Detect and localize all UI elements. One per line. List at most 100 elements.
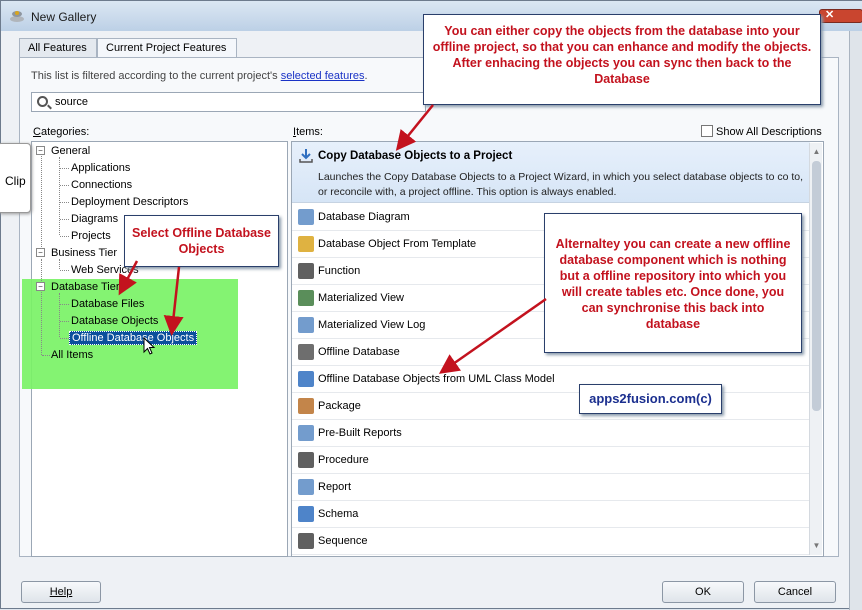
schema-icon [298, 506, 314, 522]
items-label-text: tems: [296, 126, 323, 138]
list-item-label: Package [318, 400, 361, 412]
list-item-label: Offline Database Objects from UML Class … [318, 373, 555, 385]
tree-line [59, 259, 60, 269]
tree-item-offline-database-objects[interactable]: Offline Database Objects [69, 331, 198, 345]
tab-label: Current Project Features [106, 42, 227, 54]
callout-copy-objects: You can either copy the objects from the… [423, 14, 821, 105]
tree-line [41, 151, 42, 257]
scroll-down-icon[interactable]: ▼ [812, 541, 821, 550]
categories-label: Categories: [33, 126, 89, 138]
close-icon: ✕ [825, 9, 835, 21]
tree-item-deployment-descriptors[interactable]: Deployment Descriptors [71, 196, 188, 208]
tree-line [59, 293, 60, 337]
download-arrow-icon [299, 149, 313, 163]
tab-all-features[interactable]: All Features [19, 38, 97, 58]
list-item-label: Sequence [318, 535, 368, 547]
tab-current-project-features[interactable]: Current Project Features [97, 38, 237, 58]
template-icon [298, 236, 314, 252]
background-window-edge [849, 31, 862, 610]
tab-label: All Features [28, 42, 87, 54]
report-icon [298, 479, 314, 495]
categories-label-text: ategories: [40, 126, 90, 138]
window-title: New Gallery [31, 10, 97, 24]
filter-notice-text: This list is filtered according to the c… [31, 70, 281, 82]
tree-item-database-files[interactable]: Database Files [71, 298, 144, 310]
list-item-label: Offline Database [318, 346, 400, 358]
scroll-thumb[interactable] [812, 161, 821, 411]
search-value: source [55, 96, 89, 108]
tree-item-database-tier[interactable]: Database Tier [51, 281, 119, 293]
tree-line [60, 321, 69, 322]
filter-notice-end: . [364, 70, 368, 82]
sequence-icon [298, 533, 314, 549]
clip-panel-tab[interactable]: Clip [0, 143, 31, 213]
tree-item-all-items[interactable]: All Items [51, 349, 93, 361]
close-button[interactable]: ✕ [819, 9, 862, 23]
list-item[interactable]: Sequence [292, 528, 810, 555]
materialized-view-log-icon [298, 317, 314, 333]
package-icon [298, 398, 314, 414]
collapse-toggle-general[interactable]: − [36, 146, 45, 155]
callout-select-offline: Select Offline Database Objects [124, 215, 279, 267]
show-all-descriptions-label: Show All Descriptions [716, 126, 822, 138]
tree-item-applications[interactable]: Applications [71, 162, 130, 174]
list-item[interactable]: Offline Database Objects from UML Class … [292, 366, 810, 393]
list-item-label: Procedure [318, 454, 369, 466]
tree-item-diagrams[interactable]: Diagrams [71, 213, 118, 225]
list-item-label: Database Diagram [318, 211, 410, 223]
tree-item-business-tier[interactable]: Business Tier [51, 247, 117, 259]
collapse-toggle-business-tier[interactable]: − [36, 248, 45, 257]
list-item[interactable]: Package [292, 393, 810, 420]
uml-icon [298, 371, 314, 387]
collapse-toggle-database-tier[interactable]: − [36, 282, 45, 291]
scroll-up-icon[interactable]: ▲ [812, 147, 821, 156]
list-item-label: Materialized View [318, 292, 405, 304]
watermark-label: apps2fusion.com(c) [579, 384, 722, 414]
list-item-label: Database Object From Template [318, 238, 477, 250]
tree-line [60, 202, 69, 203]
list-item-label: Schema [318, 508, 359, 520]
item-description: Launches the Copy Database Objects to a … [318, 171, 804, 198]
items-scrollbar[interactable]: ▲ ▼ [809, 143, 822, 555]
tree-line [60, 270, 69, 271]
show-all-descriptions-checkbox[interactable]: Show All Descriptions [701, 125, 822, 138]
procedure-icon [298, 452, 314, 468]
cancel-button[interactable]: Cancel [754, 581, 836, 603]
database-icon [298, 344, 314, 360]
ok-button[interactable]: OK [662, 581, 744, 603]
new-gallery-dialog: New Gallery ✕ All Features Current Proje… [0, 0, 862, 610]
help-label: Help [49, 586, 73, 598]
materialized-view-icon [298, 290, 314, 306]
reports-icon [298, 425, 314, 441]
categories-mnemonic: C [33, 126, 41, 138]
tree-line [60, 338, 69, 339]
list-item-label: Report [318, 481, 352, 493]
tree-line [60, 168, 69, 169]
item-title: Copy Database Objects to a Project [318, 150, 513, 162]
tree-item-database-objects[interactable]: Database Objects [71, 315, 158, 327]
tree-item-connections[interactable]: Connections [71, 179, 132, 191]
gallery-icon [10, 11, 24, 22]
list-item-copy-database-objects[interactable]: Copy Database Objects to a Project Launc… [292, 142, 810, 203]
list-item-label: Materialized View Log [318, 319, 426, 331]
tree-line [60, 219, 69, 220]
cancel-label: Cancel [777, 586, 813, 598]
list-item-label: Function [318, 265, 361, 277]
list-item[interactable]: Procedure [292, 447, 810, 474]
search-icon [37, 96, 48, 107]
ok-label: OK [695, 586, 711, 598]
clip-label: Clip [5, 174, 26, 188]
items-label: Items: [293, 126, 323, 138]
list-item[interactable]: Schema [292, 501, 810, 528]
help-button[interactable]: Help [21, 581, 101, 603]
tree-line [60, 236, 69, 237]
list-item[interactable]: Pre-Built Reports [292, 420, 810, 447]
search-input[interactable]: source [31, 92, 426, 112]
checkbox-box[interactable] [701, 125, 713, 137]
tree-line [60, 304, 69, 305]
tree-item-general[interactable]: General [51, 145, 90, 157]
list-item[interactable]: Report [292, 474, 810, 501]
tree-line [60, 185, 69, 186]
tree-item-projects[interactable]: Projects [71, 230, 111, 242]
selected-features-link[interactable]: selected features [281, 70, 365, 82]
